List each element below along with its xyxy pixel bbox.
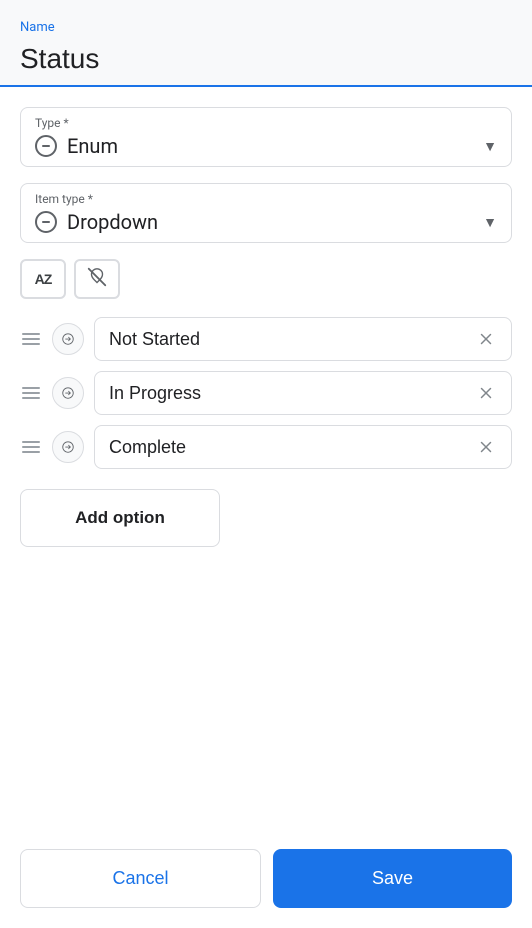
type-value-inner: Enum: [35, 134, 118, 158]
type-dropdown-arrow[interactable]: ▼: [483, 138, 497, 155]
options-list: [20, 317, 512, 469]
option-color-button[interactable]: [52, 431, 84, 463]
item-type-value-inner: Dropdown: [35, 210, 158, 234]
option-input[interactable]: [109, 329, 475, 350]
option-input[interactable]: [109, 437, 475, 458]
name-input[interactable]: [20, 39, 512, 85]
item-type-circle-icon: [35, 211, 57, 233]
form-body: Type * Enum ▼ Item type * Dropdown: [0, 87, 532, 849]
type-value: Enum: [67, 134, 118, 158]
drag-handle[interactable]: [20, 329, 42, 349]
add-option-button[interactable]: Add option: [20, 489, 220, 547]
type-value-row: Enum ▼: [35, 134, 497, 158]
option-color-button[interactable]: [52, 323, 84, 355]
option-clear-button[interactable]: [475, 328, 497, 350]
name-label: Name: [20, 20, 512, 35]
option-row: [20, 371, 512, 415]
sort-az-button[interactable]: AZ: [20, 259, 66, 299]
no-color-button[interactable]: [74, 259, 120, 299]
toolbar: AZ: [20, 259, 512, 299]
option-color-button[interactable]: [52, 377, 84, 409]
option-clear-button[interactable]: [475, 382, 497, 404]
item-type-field-wrapper[interactable]: Item type * Dropdown ▼: [20, 183, 512, 243]
cancel-button[interactable]: Cancel: [20, 849, 261, 908]
item-type-value-row: Dropdown ▼: [35, 210, 497, 234]
type-field-wrapper[interactable]: Type * Enum ▼: [20, 107, 512, 167]
item-type-field-group: Item type * Dropdown ▼: [20, 183, 512, 243]
drag-handle[interactable]: [20, 383, 42, 403]
option-input-wrapper: [94, 425, 512, 469]
bottom-buttons: Cancel Save: [0, 849, 532, 928]
option-row: [20, 317, 512, 361]
option-input[interactable]: [109, 383, 475, 404]
option-input-wrapper: [94, 371, 512, 415]
save-button[interactable]: Save: [273, 849, 512, 908]
type-field-group: Type * Enum ▼: [20, 107, 512, 167]
type-label: Type *: [35, 116, 497, 130]
option-input-wrapper: [94, 317, 512, 361]
item-type-label: Item type *: [35, 192, 497, 206]
type-circle-icon: [35, 135, 57, 157]
option-clear-button[interactable]: [475, 436, 497, 458]
main-container: Name Type * Enum ▼ Item type *: [0, 0, 532, 928]
option-row: [20, 425, 512, 469]
name-section: Name: [0, 0, 532, 87]
sort-az-label: AZ: [35, 271, 52, 287]
no-color-icon: [86, 266, 108, 293]
item-type-dropdown-arrow[interactable]: ▼: [483, 214, 497, 231]
item-type-value: Dropdown: [67, 210, 158, 234]
drag-handle[interactable]: [20, 437, 42, 457]
